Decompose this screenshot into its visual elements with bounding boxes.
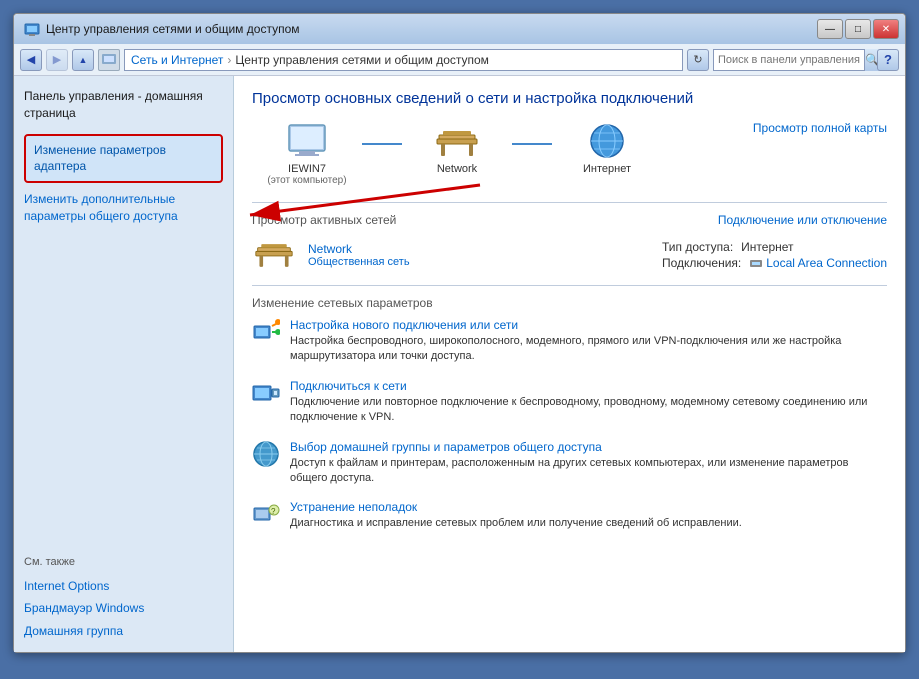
access-type-label: Тип доступа: bbox=[662, 240, 733, 254]
settings-text-3: Выбор домашней группы и параметров общег… bbox=[290, 440, 887, 487]
settings-desc-2: Подключение или повторное подключение к … bbox=[290, 395, 887, 426]
settings-text-1: Настройка нового подключения или сети На… bbox=[290, 318, 887, 365]
active-networks-label: Просмотр активных сетей bbox=[252, 213, 396, 227]
breadcrumb: Сеть и Интернет › Центр управления сетям… bbox=[124, 49, 683, 71]
connection-icon bbox=[749, 256, 763, 270]
window-title: Центр управления сетями и общим доступом bbox=[46, 22, 300, 36]
map-label-network: Network bbox=[437, 163, 477, 175]
settings-desc-1: Настройка беспроводного, широкополосного… bbox=[290, 334, 887, 365]
settings-text-2: Подключиться к сети Подключение или повт… bbox=[290, 379, 887, 426]
connections-label: Подключения: bbox=[662, 256, 741, 270]
close-button[interactable]: ✕ bbox=[873, 19, 899, 39]
divider-1 bbox=[252, 202, 887, 203]
change-settings-header: Изменение сетевых параметров bbox=[252, 296, 887, 310]
settings-item-3: Выбор домашней группы и параметров общег… bbox=[252, 440, 887, 487]
settings-title-4[interactable]: Устранение неполадок bbox=[290, 500, 887, 514]
address-icon bbox=[98, 49, 120, 71]
settings-title-3[interactable]: Выбор домашней группы и параметров общег… bbox=[290, 440, 887, 454]
internet-icon bbox=[582, 121, 632, 163]
firewall-link[interactable]: Брандмауэр Windows bbox=[24, 600, 223, 617]
map-label-internet: Интернет bbox=[583, 163, 631, 175]
full-map-link[interactable]: Просмотр полной карты bbox=[753, 121, 887, 135]
connect-link[interactable]: Подключение или отключение bbox=[718, 213, 887, 227]
svg-text:?: ? bbox=[271, 507, 276, 516]
settings-text-4: Устранение неполадок Диагностика и испра… bbox=[290, 500, 887, 531]
access-type-value: Интернет bbox=[741, 240, 793, 254]
content-area: Просмотр основных сведений о сети и наст… bbox=[234, 76, 905, 652]
homegroup-link[interactable]: Домашняя группа bbox=[24, 623, 223, 640]
map-sublabel-computer: (этот компьютер) bbox=[267, 175, 346, 186]
settings-title-1[interactable]: Настройка нового подключения или сети bbox=[290, 318, 887, 332]
active-network: Network Общественная сеть Тип доступа: И… bbox=[252, 235, 887, 275]
minimize-button[interactable]: — bbox=[817, 19, 843, 39]
sidebar: Панель управления - домашняя страница Из… bbox=[14, 76, 234, 652]
refresh-button[interactable]: ↻ bbox=[687, 49, 709, 71]
settings-item-2: Подключиться к сети Подключение или повт… bbox=[252, 379, 887, 426]
map-item-network: Network bbox=[402, 121, 512, 175]
settings-title-2[interactable]: Подключиться к сети bbox=[290, 379, 887, 393]
network-name[interactable]: Network bbox=[308, 242, 650, 256]
network-map: IEWIN7 (этот компьютер) bbox=[252, 121, 887, 186]
active-networks-header: Просмотр активных сетей Подключение или … bbox=[252, 213, 887, 227]
page-title: Просмотр основных сведений о сети и наст… bbox=[252, 90, 887, 107]
map-label-computer: IEWIN7 bbox=[288, 163, 326, 175]
maximize-button[interactable]: □ bbox=[845, 19, 871, 39]
search-input[interactable] bbox=[714, 54, 864, 66]
connections-value[interactable]: Local Area Connection bbox=[749, 256, 887, 270]
new-connection-icon bbox=[252, 318, 280, 346]
window-icon bbox=[24, 21, 40, 37]
divider-2 bbox=[252, 285, 887, 286]
active-network-icon bbox=[252, 235, 296, 275]
map-connector-2 bbox=[512, 143, 552, 145]
up-button[interactable]: ▲ bbox=[72, 49, 94, 71]
computer-icon bbox=[282, 121, 332, 163]
access-type-row: Тип доступа: Интернет bbox=[662, 240, 887, 254]
network-bench-icon bbox=[432, 121, 482, 163]
map-item-computer: IEWIN7 (этот компьютер) bbox=[252, 121, 362, 186]
sidebar-title: Панель управления - домашняя страница bbox=[24, 88, 223, 122]
connect-icon bbox=[252, 379, 280, 407]
breadcrumb-link1[interactable]: Сеть и Интернет bbox=[131, 53, 223, 67]
settings-desc-3: Доступ к файлам и принтерам, расположенн… bbox=[290, 456, 887, 487]
settings-item-4: ? Устранение неполадок Диагностика и исп… bbox=[252, 500, 887, 531]
map-item-internet: Интернет bbox=[552, 121, 662, 175]
search-box: 🔍 bbox=[713, 49, 873, 71]
internet-options-link[interactable]: Internet Options bbox=[24, 578, 223, 595]
network-type[interactable]: Общественная сеть bbox=[308, 256, 650, 268]
adapter-settings-link[interactable]: Изменение параметров адаптера bbox=[24, 134, 223, 184]
map-connector-1 bbox=[362, 143, 402, 145]
also-label: См. также bbox=[24, 556, 223, 568]
homegroup-settings-icon bbox=[252, 440, 280, 468]
network-details: Тип доступа: Интернет Подключения: Local… bbox=[662, 240, 887, 270]
forward-button[interactable]: ▶ bbox=[46, 49, 68, 71]
settings-item-1: Настройка нового подключения или сети На… bbox=[252, 318, 887, 365]
help-button[interactable]: ? bbox=[877, 49, 899, 71]
breadcrumb-current: Центр управления сетями и общим доступом bbox=[235, 53, 489, 67]
connections-row: Подключения: Local Area Connection bbox=[662, 256, 887, 270]
troubleshoot-icon: ? bbox=[252, 500, 280, 528]
back-button[interactable]: ◀ bbox=[20, 49, 42, 71]
network-info: Network Общественная сеть bbox=[308, 242, 650, 268]
additional-settings-link[interactable]: Изменить дополнительные параметры общего… bbox=[24, 191, 223, 225]
settings-desc-4: Диагностика и исправление сетевых пробле… bbox=[290, 516, 887, 531]
